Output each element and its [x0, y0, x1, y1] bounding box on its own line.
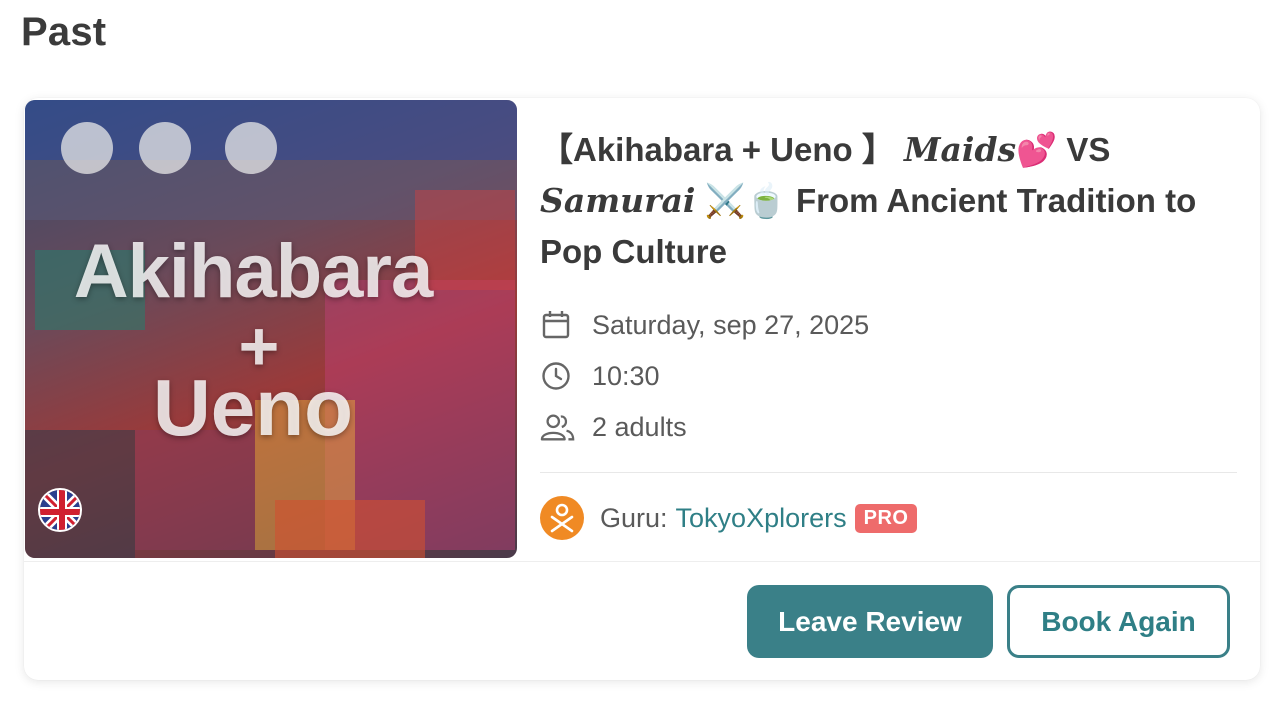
pro-badge: PRO: [854, 503, 918, 533]
hearts-emoji: 💕: [1016, 131, 1058, 168]
date-row: Saturday, sep 27, 2025: [540, 308, 869, 342]
title-text-2: VS: [1057, 131, 1111, 168]
guru-label: Guru:: [600, 502, 668, 533]
guru-name-link[interactable]: TokyoXplorers: [676, 503, 847, 534]
booking-date: Saturday, sep 27, 2025: [592, 309, 870, 340]
booking-guests: 2 adults: [592, 411, 687, 442]
booking-card: Akihabara + Ueno 【Akihabara + Ueno 】 Mai…: [24, 98, 1260, 680]
calendar-icon: [540, 308, 576, 342]
swords-tea-emoji: ⚔️🍵: [704, 182, 787, 219]
booking-time: 10:30: [592, 360, 660, 391]
uk-flag-icon: [38, 488, 82, 532]
thumbnail-text-ueno: Ueno: [153, 363, 353, 452]
time-row: 10:30: [540, 359, 660, 393]
leave-review-button[interactable]: Leave Review: [747, 585, 993, 658]
book-again-button[interactable]: Book Again: [1007, 585, 1230, 658]
guru-info: Guru: TokyoXplorers PRO: [540, 496, 918, 540]
title-text-maids: Maids: [904, 130, 1017, 169]
card-footer-divider: [24, 561, 1260, 562]
users-icon: [540, 410, 576, 444]
clock-icon: [540, 359, 576, 393]
title-text-1: 【Akihabara + Ueno 】: [540, 131, 905, 168]
title-text-samurai: Samurai: [540, 181, 696, 220]
section-title: Past: [21, 10, 107, 54]
guests-row: 2 adults: [540, 410, 687, 444]
thumbnail-text-akihabara: Akihabara: [73, 229, 434, 314]
guru-logo-icon: [540, 496, 584, 540]
tour-title[interactable]: 【Akihabara + Ueno 】 Maids💕 VS Samurai ⚔️…: [540, 124, 1240, 277]
tour-thumbnail[interactable]: Akihabara + Ueno: [25, 100, 517, 558]
divider: [540, 472, 1237, 473]
